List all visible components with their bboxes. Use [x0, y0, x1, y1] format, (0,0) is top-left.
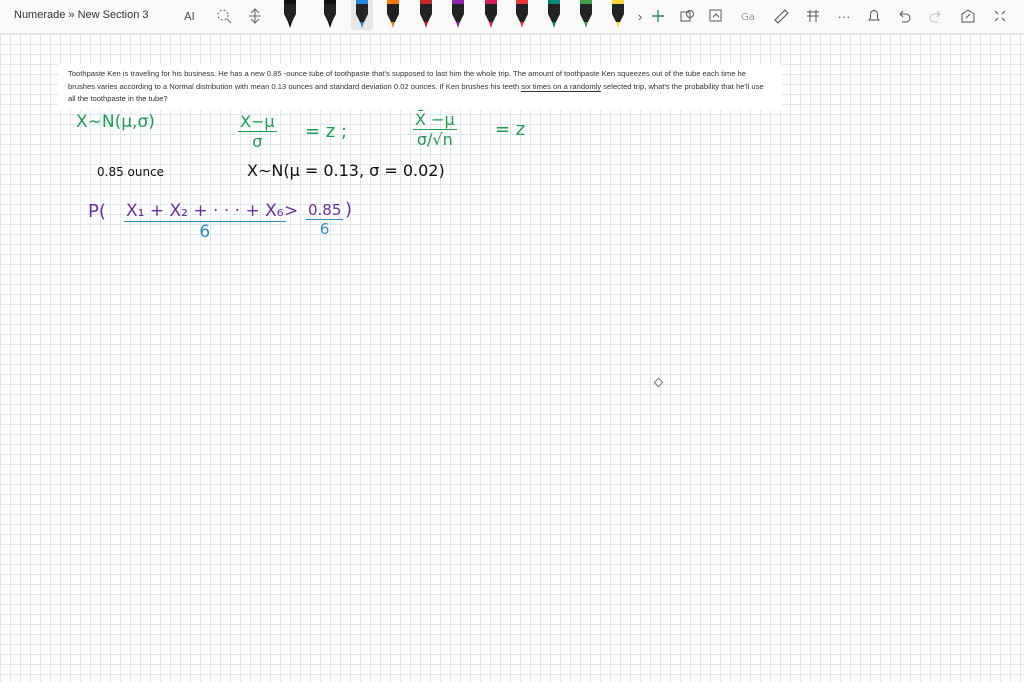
- hw-greater: >: [284, 201, 299, 221]
- pen-1[interactable]: [282, 0, 298, 30]
- bell-icon[interactable]: [864, 6, 884, 26]
- math-icon[interactable]: [803, 6, 823, 26]
- hw-normal-dist: X∼N(μ,σ): [76, 112, 155, 132]
- chevron-right-icon[interactable]: ›: [630, 6, 650, 26]
- more-icon[interactable]: ···: [834, 6, 854, 26]
- pen-11[interactable]: [610, 0, 626, 30]
- svg-text:Ga: Ga: [741, 12, 755, 23]
- ink-to-math-icon[interactable]: Ga: [739, 6, 759, 26]
- hw-equals-z: = z ;: [305, 121, 348, 142]
- lasso-icon[interactable]: [214, 6, 234, 26]
- problem-text: Toothpaste Ken is traveling for his busi…: [68, 69, 764, 104]
- share-icon[interactable]: [958, 6, 978, 26]
- hw-prob-open: P(: [88, 201, 106, 222]
- ink-to-shape-icon[interactable]: [706, 6, 726, 26]
- text-cursor-icon[interactable]: AI: [182, 6, 202, 26]
- problem-text-box[interactable]: Toothpaste Ken is traveling for his busi…: [58, 64, 782, 110]
- add-pen-icon[interactable]: [648, 6, 668, 26]
- pen-2[interactable]: [322, 0, 338, 30]
- toolbar: Numerade » New Section 3 AI › Ga ···: [0, 0, 1024, 34]
- hw-distribution: X∼N(μ = 0.13, σ = 0.02): [247, 161, 445, 180]
- hw-sample-sum: X₁ + X₂ + · · · + X₆ 6: [124, 201, 286, 242]
- pen-3[interactable]: [351, 0, 373, 30]
- pen-9[interactable]: [546, 0, 562, 30]
- pen-7[interactable]: [483, 0, 499, 30]
- note-canvas[interactable]: Toothpaste Ken is traveling for his busi…: [0, 34, 1024, 682]
- hw-z-formula-mean: X̄ −μ σ/√n: [413, 110, 457, 149]
- pen-10[interactable]: [578, 0, 594, 30]
- ruler-icon[interactable]: [771, 6, 791, 26]
- pen-6[interactable]: [450, 0, 466, 30]
- pen-5[interactable]: [418, 0, 434, 30]
- fullscreen-icon[interactable]: [990, 6, 1010, 26]
- pen-8[interactable]: [514, 0, 530, 30]
- hw-ounce: 0.85 ounce: [97, 165, 165, 179]
- shapes-icon[interactable]: [677, 6, 697, 26]
- redo-icon[interactable]: [926, 6, 946, 26]
- svg-text:AI: AI: [184, 10, 195, 23]
- cursor-marker: [653, 377, 664, 388]
- pen-4[interactable]: [385, 0, 401, 30]
- breadcrumb[interactable]: Numerade » New Section 3: [14, 9, 149, 21]
- underlined-text: six times on a randomly: [521, 81, 602, 92]
- hw-prob-close: ): [345, 199, 353, 220]
- insert-space-icon[interactable]: [245, 6, 265, 26]
- undo-icon[interactable]: [894, 6, 914, 26]
- hw-equals-z-2: = z: [495, 119, 526, 140]
- hw-threshold: 0.85 6: [306, 201, 344, 238]
- hw-z-formula: X−μ σ: [238, 112, 277, 151]
